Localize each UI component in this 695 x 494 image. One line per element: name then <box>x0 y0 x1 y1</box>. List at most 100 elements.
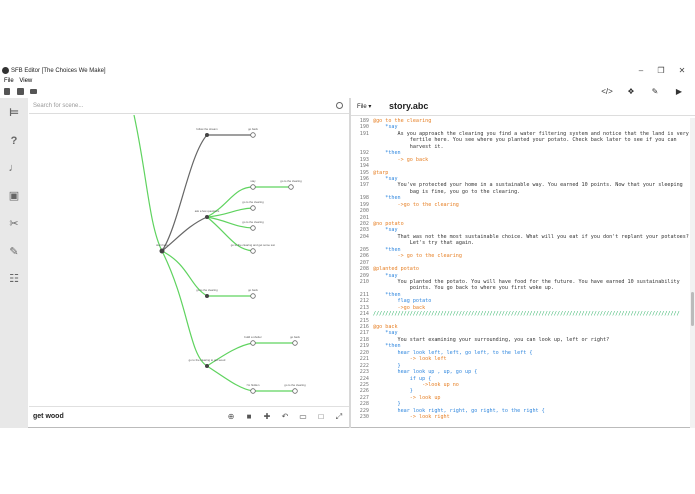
undo-icon[interactable]: ↶ <box>279 411 291 423</box>
audio-icon[interactable]: ♩ <box>7 161 21 175</box>
code-token: @planted potato <box>373 266 420 273</box>
tree-view-icon[interactable]: ⊨ <box>7 106 21 120</box>
code-line[interactable]: 230 -> look right <box>351 414 689 420</box>
node[interactable] <box>250 388 256 394</box>
node[interactable] <box>292 388 298 394</box>
expand-icon[interactable]: ⤢ <box>333 411 345 423</box>
app-logo-icon <box>2 67 9 74</box>
code-area[interactable]: 189 @go to the clearing 190 *say 191 As you… <box>351 118 689 428</box>
edit-icon[interactable]: ✎ <box>649 86 661 98</box>
node-label: build a shelter <box>244 335 261 339</box>
code-token: You've protected your home in a sustaina… <box>373 182 683 189</box>
code-token: *then <box>373 343 401 350</box>
code-token: You start examining your surrounding, yo… <box>373 336 610 343</box>
code-token: *then <box>373 150 401 157</box>
line-number: 230 <box>359 414 369 421</box>
window-title: SFB Editor [The Choices We Make] <box>11 68 106 74</box>
code-token: *say <box>373 330 398 337</box>
node-start[interactable] <box>159 248 165 254</box>
node[interactable] <box>250 293 256 299</box>
scrollbar-thumb[interactable] <box>691 292 694 326</box>
node-label: go to the clearing to get wood <box>189 358 226 362</box>
keyboard-icon[interactable]: ☷ <box>7 272 21 286</box>
open-folder-icon[interactable] <box>30 89 37 94</box>
code-token: harvest it. <box>373 143 444 150</box>
code-token: That was not the most sustainable choice… <box>373 233 689 240</box>
code-token: -> look right <box>373 414 450 421</box>
search-icon[interactable] <box>336 102 343 109</box>
restore-icon[interactable]: ❐ <box>656 66 666 75</box>
node[interactable] <box>205 215 209 219</box>
canvas-bottom-bar: get wood ⊕ ■ ✚ ↶ ▭ □ ⤢ <box>29 406 349 427</box>
node[interactable] <box>292 340 298 346</box>
scene-graph-canvas[interactable]: start here follow the stream go back ask… <box>29 115 349 405</box>
node-label: ask a few questions <box>195 209 220 213</box>
delete-icon[interactable]: ■ <box>243 411 255 423</box>
code-token: hear look right, right, go right, to the… <box>373 407 545 414</box>
code-token: *then <box>373 291 401 298</box>
node-label: stay <box>250 179 256 183</box>
pencil-icon[interactable]: ✎ <box>7 245 21 259</box>
node[interactable] <box>250 184 256 190</box>
node-label: go back <box>248 288 258 292</box>
editor-scrollbar[interactable] <box>690 118 695 428</box>
code-token: } <box>373 362 401 369</box>
code-token: ////////////////////////////////////////… <box>373 311 680 318</box>
node[interactable] <box>205 133 209 137</box>
menu-file[interactable]: File <box>4 78 14 84</box>
menu-view[interactable]: View <box>19 78 32 84</box>
target-icon[interactable]: ⊕ <box>225 411 237 423</box>
add-icon[interactable]: ✚ <box>261 411 273 423</box>
menu-bar: File View <box>0 78 32 86</box>
node-label: go to the clearing <box>284 383 306 387</box>
node-label: go to the clearing <box>242 220 264 224</box>
fit-icon[interactable]: □ <box>315 411 327 423</box>
code-token: ->go back <box>373 304 426 311</box>
code-view-icon[interactable]: </> <box>601 86 613 98</box>
scene-search[interactable]: Search for scene... <box>29 100 349 114</box>
node[interactable] <box>250 205 256 211</box>
folder-icon[interactable]: ▭ <box>297 411 309 423</box>
node[interactable] <box>250 248 256 254</box>
code-token: hear look left, left, go left, to the le… <box>373 349 533 356</box>
node[interactable] <box>250 132 256 138</box>
node-label: go back <box>290 335 300 339</box>
node[interactable] <box>250 340 256 346</box>
code-token: *say <box>373 124 398 131</box>
node-label: start here <box>156 243 168 247</box>
code-token: @tarp <box>373 169 389 176</box>
close-icon[interactable]: ✕ <box>677 66 687 75</box>
image-icon[interactable]: ▣ <box>7 189 21 203</box>
editor-file-menu[interactable]: File ▾ <box>357 103 371 110</box>
compass-icon[interactable]: ❖ <box>625 86 637 98</box>
code-token: *say <box>373 175 398 182</box>
code-token: bag is fine, you go to the clearing. <box>373 188 521 195</box>
node[interactable] <box>205 294 209 298</box>
help-icon[interactable]: ? <box>7 134 21 148</box>
code-token: @no potato <box>373 221 404 227</box>
node[interactable] <box>205 364 209 368</box>
code-token: *then <box>373 246 401 253</box>
save-icon[interactable] <box>17 88 24 95</box>
search-input[interactable]: Search for scene... <box>33 103 83 109</box>
node[interactable] <box>250 225 256 231</box>
scene-graph: start here follow the stream go back ask… <box>133 115 306 394</box>
node-label: go to the clearing and get some sun <box>231 243 276 247</box>
node[interactable] <box>288 184 294 190</box>
editor-filename: story.abc <box>389 101 429 111</box>
code-token: points. You go back to where you first w… <box>373 285 554 292</box>
play-icon[interactable]: ▶ <box>673 86 685 98</box>
node-label: go to the clearing <box>280 179 302 183</box>
node-label: I'm hidden <box>247 383 260 387</box>
node-label: go to the clearing <box>242 200 264 204</box>
node-label: go to the clearing <box>196 288 218 292</box>
scissors-icon[interactable]: ✂ <box>7 217 21 231</box>
new-file-icon[interactable] <box>4 88 10 95</box>
minimize-icon[interactable]: – <box>636 66 646 75</box>
selected-scene-label: get wood <box>33 413 64 420</box>
node-label: follow the stream <box>196 127 218 131</box>
code-token: As you approach the clearing you find a … <box>373 130 689 137</box>
code-token: @go to the clearing <box>373 118 432 124</box>
code-token: flag potato <box>373 298 432 305</box>
code-token: *say <box>373 272 398 279</box>
